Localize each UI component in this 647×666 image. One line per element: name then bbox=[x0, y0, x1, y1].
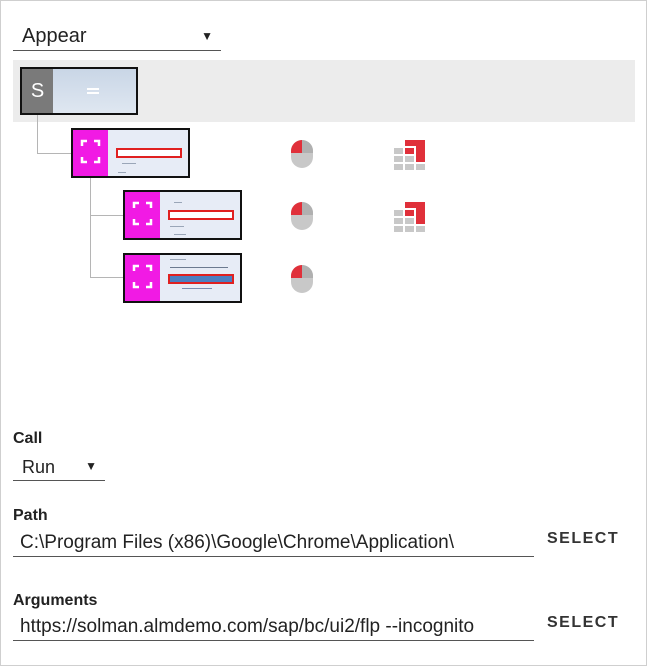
expand-frame-icon bbox=[73, 130, 108, 176]
arguments-select-button[interactable]: SELECT bbox=[547, 614, 619, 632]
event-dropdown-value: Appear bbox=[22, 25, 87, 47]
mouse-click-icon[interactable] bbox=[289, 138, 315, 175]
tree-connector bbox=[90, 177, 124, 216]
tree-node-step-3[interactable] bbox=[123, 253, 242, 303]
call-label: Call bbox=[13, 430, 43, 447]
call-dropdown[interactable]: Run ▼ bbox=[13, 454, 105, 481]
root-badge: S bbox=[22, 69, 53, 113]
path-field[interactable] bbox=[13, 530, 534, 557]
expand-frame-icon bbox=[125, 255, 160, 301]
screenshot-thumbnail bbox=[160, 255, 240, 301]
event-dropdown[interactable]: Appear ▼ bbox=[13, 24, 221, 51]
expand-frame-icon bbox=[125, 192, 160, 238]
element-grid-icon[interactable] bbox=[393, 138, 427, 175]
tree-connector bbox=[90, 214, 124, 278]
caret-down-icon: ▼ bbox=[201, 29, 213, 43]
path-select-button[interactable]: SELECT bbox=[547, 530, 619, 548]
screenshot-thumbnail bbox=[108, 130, 188, 176]
arguments-label: Arguments bbox=[13, 592, 98, 609]
arguments-field[interactable] bbox=[13, 614, 534, 641]
path-label: Path bbox=[13, 507, 48, 524]
caret-down-icon: ▼ bbox=[85, 459, 97, 473]
tree-node-step-2[interactable] bbox=[123, 190, 242, 240]
path-input[interactable] bbox=[13, 530, 534, 556]
element-grid-icon[interactable] bbox=[393, 200, 427, 237]
tree-node-step-1[interactable] bbox=[71, 128, 190, 178]
screenshot-thumbnail bbox=[160, 192, 240, 238]
screenshot-thumbnail bbox=[53, 69, 136, 113]
tree-node-root[interactable]: S bbox=[20, 67, 138, 115]
tree-connector bbox=[37, 115, 73, 154]
arguments-input[interactable] bbox=[13, 614, 534, 640]
mouse-click-icon[interactable] bbox=[289, 263, 315, 300]
call-dropdown-value: Run bbox=[22, 457, 56, 477]
mouse-click-icon[interactable] bbox=[289, 200, 315, 237]
